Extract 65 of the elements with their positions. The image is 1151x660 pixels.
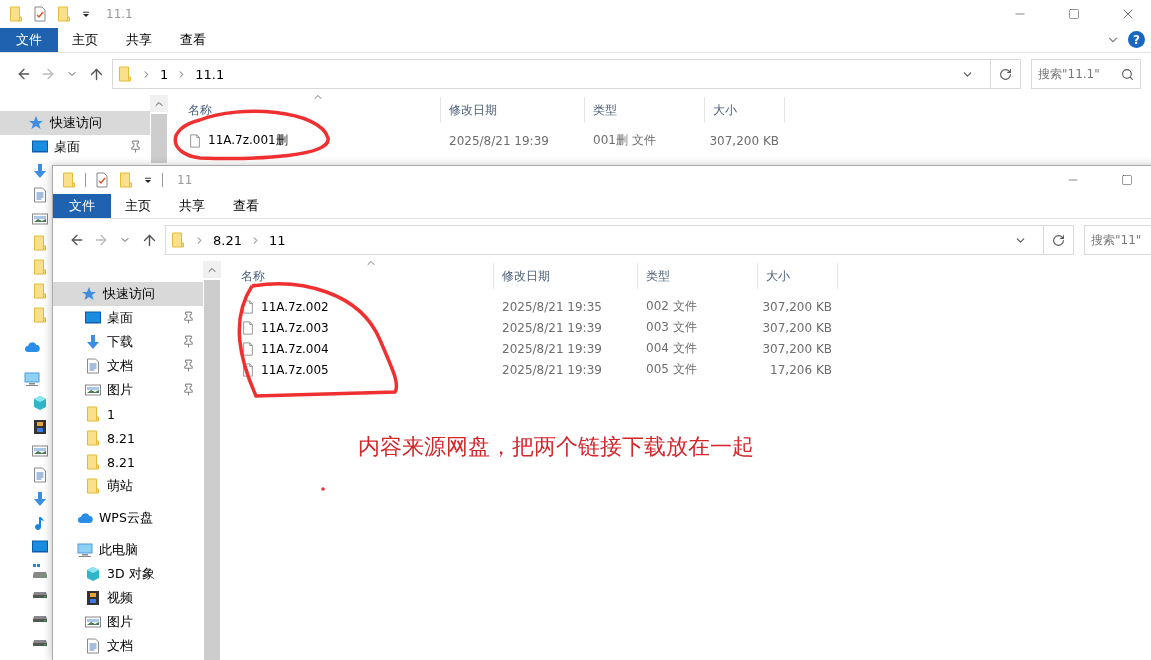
column-header[interactable]: 修改日期 (441, 97, 585, 123)
breadcrumb[interactable]: 11 (268, 232, 286, 248)
date-cell-text: 2025/8/21 19:39 (501, 361, 603, 379)
file-name[interactable]: 11A.7z.005 (233, 359, 494, 380)
date-cell-text: 2025/8/21 19:39 (448, 132, 550, 150)
sidebar-item[interactable]: 8.21 (53, 426, 203, 450)
breadcrumb[interactable]: 1 (160, 66, 169, 82)
sidebar-item[interactable]: 文档 (53, 634, 203, 658)
size-cell-text: 307,200 KB (761, 298, 833, 316)
size-cell-text: 307,200 KB (708, 132, 780, 150)
annotation-text: 内容来源网盘，把两个链接下载放在一起 (358, 433, 754, 461)
ribbon-tab[interactable]: 主页 (111, 194, 165, 218)
ribbon-tab[interactable]: 共享 (165, 194, 219, 218)
column-header[interactable]: 大小 (758, 263, 838, 289)
sidebar-item[interactable]: 快速访问 (0, 111, 150, 135)
date-cell-text: 2025/8/21 19:35 (501, 298, 603, 316)
sidebar-item[interactable]: 桌面 (53, 306, 203, 330)
sidebar-item[interactable]: 图片 (53, 378, 203, 402)
file-name[interactable]: 11A.7z.004 (233, 338, 494, 359)
address-bar[interactable]: 8.21 11 (165, 225, 1074, 255)
type-cell-text: 002 文件 (645, 298, 698, 315)
sidebar-item[interactable]: 文档 (53, 354, 203, 378)
sidebar-item[interactable]: 萌站 (53, 474, 203, 498)
date-cell-text: 2025/8/21 19:39 (501, 340, 603, 358)
type-cell-text: 004 文件 (645, 340, 698, 357)
sidebar-item[interactable]: 视频 (53, 586, 203, 610)
sidebar-item[interactable]: 桌面 (0, 135, 150, 159)
breadcrumb[interactable]: 8.21 (213, 232, 242, 248)
sidebar-item[interactable]: WPS云盘 (53, 506, 203, 530)
breadcrumb[interactable]: 11.1 (195, 66, 225, 82)
ribbon-tab[interactable]: 查看 (166, 28, 220, 52)
ribbon-tab[interactable]: 文件 (0, 28, 58, 52)
sidebar-item[interactable]: 8.21 (53, 450, 203, 474)
search-field[interactable]: 搜索"11" (1084, 225, 1151, 255)
column-header[interactable]: 修改日期 (494, 263, 638, 289)
file-name[interactable]: 11A.7z.001删 (180, 130, 441, 151)
type-cell-text: 005 文件 (645, 361, 698, 378)
sidebar-item[interactable]: 此电脑 (53, 538, 203, 562)
column-header[interactable]: 类型 (585, 97, 705, 123)
ribbon-tab[interactable]: 共享 (112, 28, 166, 52)
file-name[interactable]: 11A.7z.002 (233, 296, 494, 317)
column-header[interactable]: 大小 (705, 97, 785, 123)
type-cell-text: 003 文件 (645, 319, 698, 336)
column-header[interactable]: 名称 (233, 263, 494, 289)
sidebar-item[interactable]: 1 (53, 402, 203, 426)
file-name[interactable]: 11A.7z.003 (233, 317, 494, 338)
sidebar-item[interactable]: 3D 对象 (53, 562, 203, 586)
window-title: 11 (177, 173, 193, 187)
ribbon-tab[interactable]: 文件 (53, 194, 111, 218)
size-cell-text: 307,200 KB (761, 319, 833, 337)
address-bar[interactable]: 1 11.1 (112, 59, 1021, 89)
size-cell-text: 307,200 KB (761, 340, 833, 358)
sidebar-item[interactable]: 快速访问 (53, 282, 203, 306)
sidebar-item[interactable]: 下载 (53, 330, 203, 354)
column-header[interactable]: 类型 (638, 263, 758, 289)
help-button[interactable]: ? (1128, 31, 1145, 48)
ribbon-tab[interactable]: 查看 (219, 194, 273, 218)
size-cell-text: 17,206 KB (769, 361, 833, 379)
column-header[interactable]: 名称 (180, 97, 441, 123)
search-field[interactable]: 搜索"11.1" (1031, 59, 1141, 89)
ribbon-tab[interactable]: 主页 (58, 28, 112, 52)
type-cell-text: 001删 文件 (592, 132, 657, 149)
window-title: 11.1 (106, 7, 133, 21)
date-cell-text: 2025/8/21 19:39 (501, 319, 603, 337)
sidebar-item[interactable]: 图片 (53, 610, 203, 634)
